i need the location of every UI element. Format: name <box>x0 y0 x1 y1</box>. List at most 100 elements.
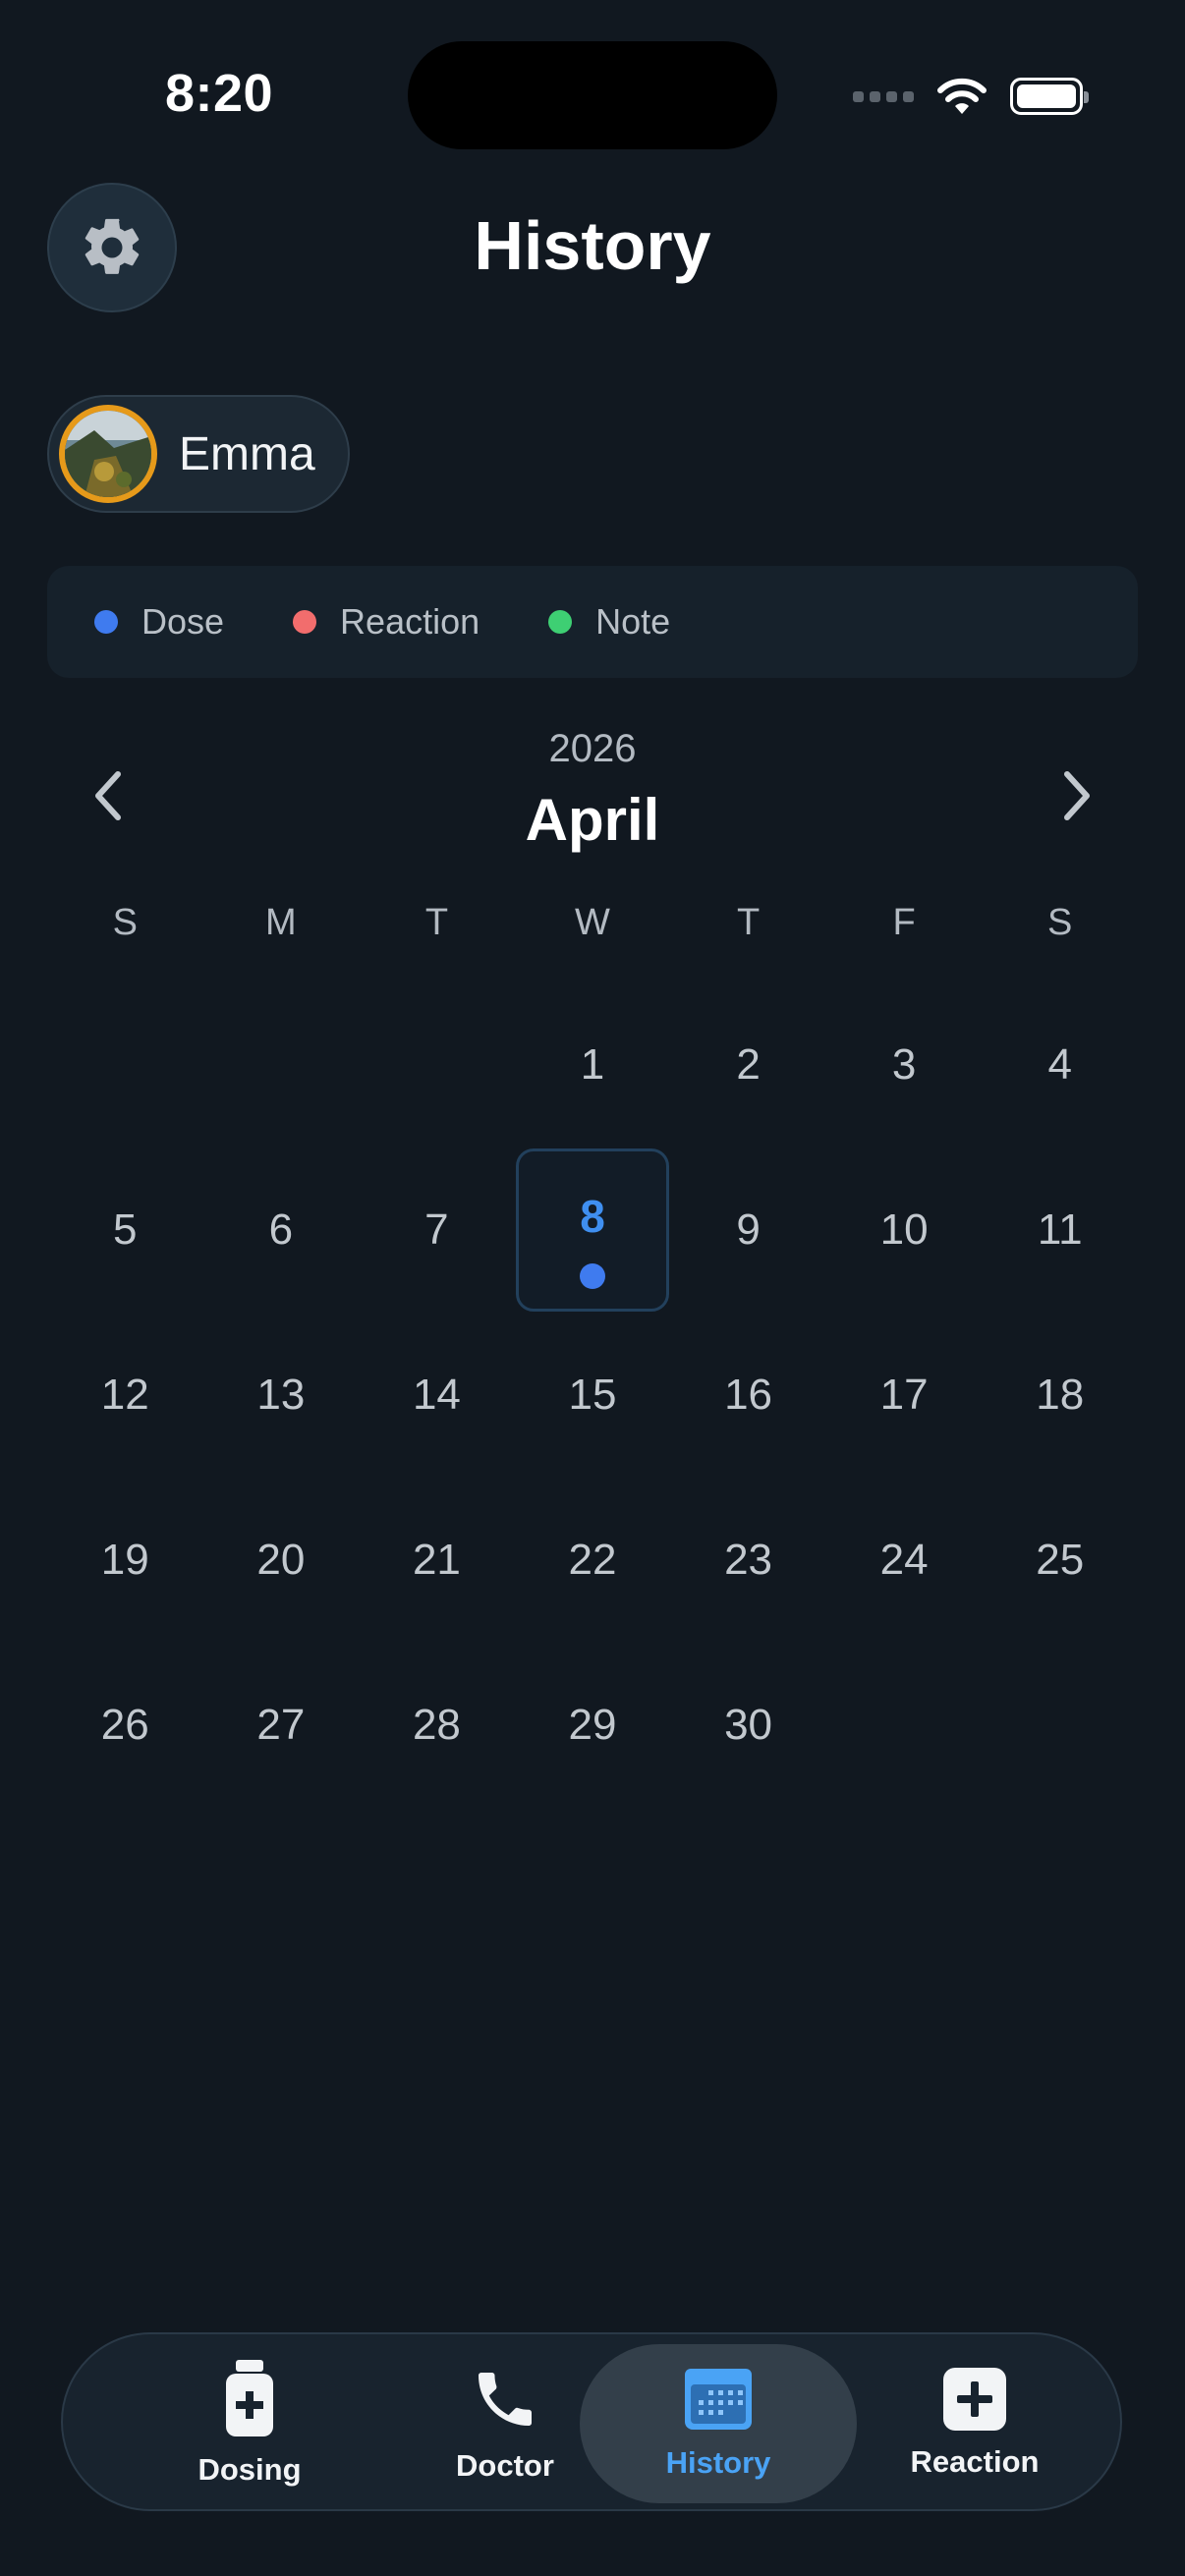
day-number: 21 <box>412 1536 461 1584</box>
legend-dot-reaction <box>293 610 317 634</box>
calendar-icon <box>685 2369 752 2430</box>
day-cell[interactable]: 2 <box>670 982 826 1148</box>
day-number: 12 <box>100 1371 149 1419</box>
legend-item-reaction: Reaction <box>293 601 480 643</box>
tab-label: Doctor <box>456 2448 554 2483</box>
legend-item-note: Note <box>548 601 670 643</box>
day-cell[interactable]: 28 <box>359 1643 515 1808</box>
day-cell[interactable]: 21 <box>359 1478 515 1643</box>
weekday-label: S <box>112 902 138 943</box>
tab-reaction[interactable]: Reaction <box>857 2344 1093 2503</box>
day-cell[interactable]: 3 <box>826 982 983 1148</box>
day-cell[interactable]: 7 <box>359 1148 515 1313</box>
tab-label: History <box>665 2445 771 2480</box>
day-cell[interactable]: 30 <box>670 1643 826 1808</box>
empty-day-cell <box>47 982 203 1148</box>
day-number: 28 <box>412 1701 461 1749</box>
day-number: 23 <box>724 1536 773 1584</box>
day-number: 20 <box>256 1536 306 1584</box>
day-cell[interactable]: 26 <box>47 1643 203 1808</box>
day-number: 7 <box>424 1205 449 1254</box>
day-cell[interactable]: 12 <box>47 1313 203 1478</box>
day-number: 11 <box>1037 1205 1083 1254</box>
dynamic-island <box>408 41 777 149</box>
day-number: 18 <box>1036 1371 1085 1419</box>
avatar <box>59 405 157 503</box>
day-number: 10 <box>879 1205 929 1254</box>
day-number: 1 <box>580 1040 605 1089</box>
day-cell[interactable]: 17 <box>826 1313 983 1478</box>
day-number: 22 <box>568 1536 617 1584</box>
empty-day-cell <box>203 982 360 1148</box>
previous-month-button[interactable] <box>69 756 147 835</box>
day-cell[interactable]: 4 <box>982 982 1138 1148</box>
day-number: 19 <box>100 1536 149 1584</box>
day-cell[interactable]: 5 <box>47 1148 203 1313</box>
legend-item-dose: Dose <box>94 601 224 643</box>
weekday-label: M <box>265 902 297 943</box>
weekday-label: W <box>575 902 610 943</box>
profile-chip[interactable]: Emma <box>47 395 350 513</box>
legend-label: Note <box>595 601 671 642</box>
day-number: 29 <box>568 1701 617 1749</box>
day-number: 13 <box>256 1371 306 1419</box>
day-number: 6 <box>268 1205 294 1254</box>
day-number: 9 <box>736 1205 761 1254</box>
day-number: 8 <box>580 1191 605 1242</box>
next-month-button[interactable] <box>1038 756 1116 835</box>
cellular-signal-icon <box>853 90 914 102</box>
day-number: 4 <box>1047 1040 1072 1089</box>
selected-day-cell[interactable]: 8 <box>515 1148 671 1313</box>
day-cell[interactable]: 6 <box>203 1148 360 1313</box>
day-number: 26 <box>100 1701 149 1749</box>
day-cell[interactable]: 9 <box>670 1148 826 1313</box>
tab-label: Reaction <box>910 2444 1040 2479</box>
tab-dosing[interactable]: Dosing <box>132 2344 367 2503</box>
day-number: 25 <box>1036 1536 1085 1584</box>
day-cell[interactable]: 14 <box>359 1313 515 1478</box>
weekday-label: S <box>1047 902 1073 943</box>
day-cell[interactable]: 18 <box>982 1313 1138 1478</box>
plus-square-icon <box>943 2368 1006 2431</box>
chevron-left-icon <box>95 771 121 820</box>
day-number: 16 <box>724 1371 773 1419</box>
chevron-right-icon <box>1064 771 1090 820</box>
day-cell[interactable]: 25 <box>982 1478 1138 1643</box>
day-cell[interactable]: 22 <box>515 1478 671 1643</box>
event-legend: Dose Reaction Note <box>47 566 1138 678</box>
day-cell[interactable]: 13 <box>203 1313 360 1478</box>
legend-dot-note <box>548 610 573 634</box>
day-number: 2 <box>736 1040 761 1089</box>
tab-history[interactable]: History <box>580 2344 857 2503</box>
day-cell[interactable]: 11 <box>982 1148 1138 1313</box>
day-number: 3 <box>891 1040 917 1089</box>
day-cell[interactable]: 19 <box>47 1478 203 1643</box>
day-number: 24 <box>879 1536 929 1584</box>
legend-dot-dose <box>94 610 118 634</box>
day-cell[interactable]: 24 <box>826 1478 983 1643</box>
calendar-year: 2026 <box>548 727 637 770</box>
weekday-label: T <box>424 902 449 943</box>
page-title: History <box>474 207 711 284</box>
status-time: 8:20 <box>165 64 274 123</box>
day-cell[interactable]: 15 <box>515 1313 671 1478</box>
calendar-grid: 1 2 3 4 5 6 7 8 9 10 11 12 13 14 15 16 17 18 19 20 21 22 23 24 2… <box>47 982 1138 1808</box>
calendar-month: April <box>525 787 660 853</box>
tab-label: Dosing <box>198 2452 302 2487</box>
day-number: 15 <box>568 1371 617 1419</box>
day-cell[interactable]: 20 <box>203 1478 360 1643</box>
day-number: 27 <box>256 1701 306 1749</box>
medicine-bottle-icon <box>226 2360 273 2436</box>
day-cell[interactable]: 23 <box>670 1478 826 1643</box>
day-number: 5 <box>113 1205 138 1254</box>
day-cell[interactable]: 27 <box>203 1643 360 1808</box>
wifi-icon <box>937 78 987 114</box>
day-cell[interactable]: 29 <box>515 1643 671 1808</box>
profile-name: Emma <box>179 427 315 480</box>
day-cell[interactable]: 16 <box>670 1313 826 1478</box>
day-cell[interactable]: 10 <box>826 1148 983 1313</box>
legend-label: Dose <box>141 601 225 642</box>
weekday-label: T <box>736 902 761 943</box>
legend-label: Reaction <box>340 601 480 642</box>
day-cell[interactable]: 1 <box>515 982 671 1148</box>
